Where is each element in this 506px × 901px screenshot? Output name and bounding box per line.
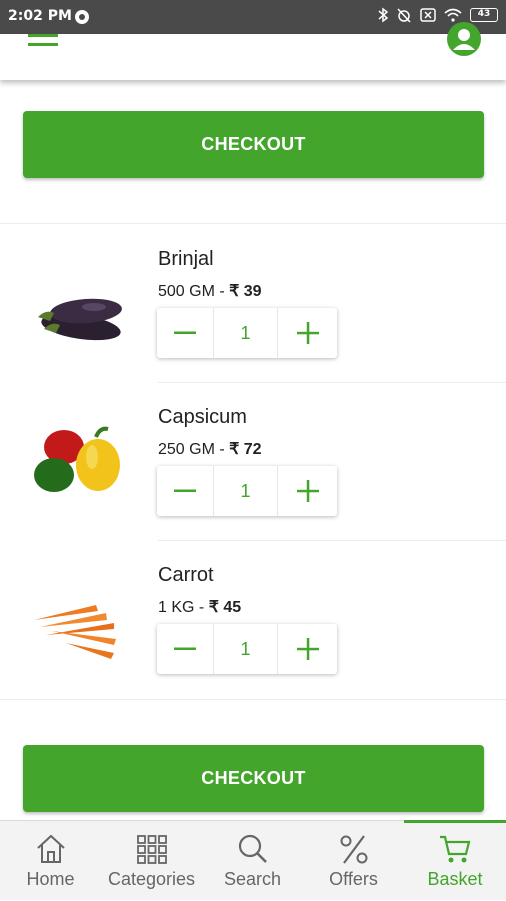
search-icon: [238, 834, 267, 863]
product-weight-price: 250 GM - ₹ 72: [158, 439, 262, 459]
product-price: ₹ 45: [208, 599, 242, 616]
basket-item: Brinjal 500 GM - ₹ 39 1: [0, 225, 506, 383]
nav-label-home: Home: [26, 869, 75, 889]
product-weight: 500 GM -: [158, 283, 230, 300]
capsicum-image: [34, 426, 120, 492]
plus-icon: [296, 480, 319, 502]
home-icon: [36, 834, 65, 863]
hamburger-menu-icon[interactable]: [28, 34, 58, 50]
basket-item: Carrot 1 KG - ₹ 45 1: [0, 541, 506, 699]
cart-icon: [440, 835, 471, 863]
product-name: Capsicum: [158, 406, 247, 428]
quantity-value: 1: [214, 308, 278, 358]
quantity-stepper: 1: [157, 624, 337, 674]
plus-icon: [296, 322, 319, 344]
product-weight-price: 500 GM - ₹ 39: [158, 281, 262, 301]
minus-icon: [174, 331, 196, 334]
product-price: ₹ 39: [229, 283, 262, 300]
basket-item: Capsicum 250 GM - ₹ 72 1: [0, 383, 506, 541]
quantity-value: 1: [214, 466, 278, 516]
nav-label-search: Search: [223, 869, 282, 889]
plus-icon: [296, 638, 319, 660]
status-bar: 2:02 PM 43: [0, 0, 506, 34]
nav-item-search[interactable]: Search: [202, 821, 303, 901]
active-tab-indicator: [404, 820, 506, 823]
percent-icon: [340, 835, 367, 864]
divider: [0, 699, 506, 700]
product-weight-price: 1 KG - ₹ 45: [158, 597, 241, 617]
wifi-icon: [444, 8, 462, 22]
nav-item-basket[interactable]: Basket: [404, 820, 506, 901]
nav-label-categories: Categories: [107, 869, 196, 889]
product-weight: 250 GM -: [158, 441, 230, 458]
nav-item-home[interactable]: Home: [0, 821, 101, 901]
quantity-stepper: 1: [157, 466, 337, 516]
bottom-navigation: Home Categories Search Offers Basket: [0, 820, 506, 900]
quantity-stepper: 1: [157, 308, 337, 358]
status-icons: 43: [378, 7, 498, 23]
chrome-notification-icon: [75, 10, 89, 24]
product-name: Carrot: [158, 564, 214, 586]
quantity-value: 1: [214, 624, 278, 674]
status-time: 2:02 PM: [8, 8, 72, 24]
minus-icon: [174, 647, 196, 650]
increase-quantity-button[interactable]: [278, 624, 337, 674]
product-price: ₹ 72: [229, 441, 262, 458]
product-name: Brinjal: [158, 248, 214, 270]
brinjal-image: [38, 298, 122, 341]
increase-quantity-button[interactable]: [278, 466, 337, 516]
decrease-quantity-button[interactable]: [157, 466, 214, 516]
nav-item-offers[interactable]: Offers: [303, 821, 404, 901]
carrot-image: [34, 605, 116, 659]
nav-label-basket: Basket: [427, 869, 483, 889]
bluetooth-icon: [378, 7, 388, 23]
alarm-off-icon: [397, 8, 411, 23]
app-bar: [0, 22, 506, 80]
checkout-button-bottom[interactable]: CHECKOUT: [23, 745, 484, 812]
minus-icon: [174, 489, 196, 492]
account-circle-icon[interactable]: [447, 22, 481, 56]
increase-quantity-button[interactable]: [278, 308, 337, 358]
divider: [0, 223, 506, 224]
nav-label-offers: Offers: [329, 869, 378, 889]
battery-indicator: 43: [470, 8, 498, 22]
decrease-quantity-button[interactable]: [157, 624, 214, 674]
product-weight: 1 KG -: [158, 599, 209, 616]
no-sim-icon: [420, 8, 436, 22]
decrease-quantity-button[interactable]: [157, 308, 214, 358]
nav-item-categories[interactable]: Categories: [101, 821, 202, 901]
grid-icon: [136, 835, 167, 864]
checkout-button-top[interactable]: CHECKOUT: [23, 111, 484, 178]
